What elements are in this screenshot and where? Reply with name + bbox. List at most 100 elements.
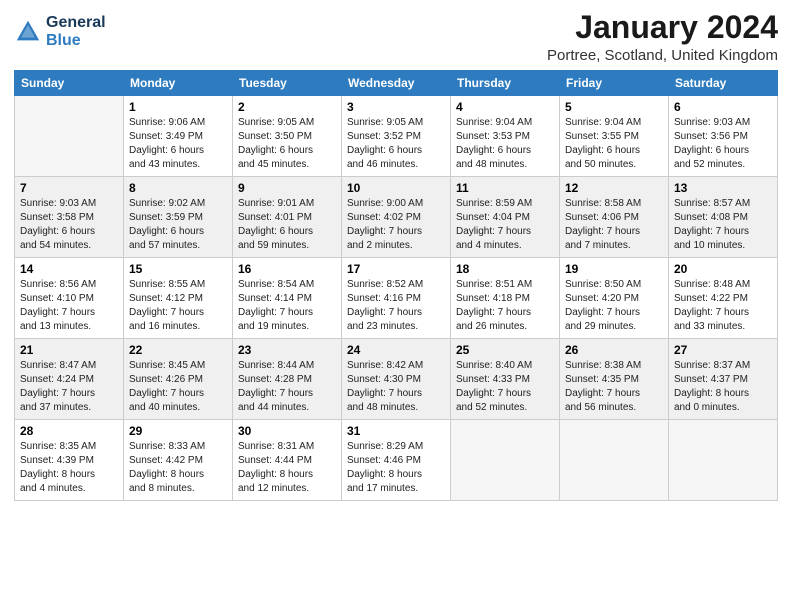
col-saturday: Saturday — [669, 71, 778, 96]
col-monday: Monday — [124, 71, 233, 96]
day-number: 30 — [238, 424, 336, 438]
calendar-cell: 13Sunrise: 8:57 AMSunset: 4:08 PMDayligh… — [669, 177, 778, 258]
calendar-cell: 20 Sunrise: 8:48 AMSunset: 4:22 PMDayligh… — [669, 258, 778, 339]
day-number: 27 — [674, 343, 772, 357]
col-thursday: Thursday — [451, 71, 560, 96]
calendar-cell: 23 Sunrise: 8:44 AMSunset: 4:28 PMDayligh… — [233, 339, 342, 420]
day-number: 29 — [129, 424, 227, 438]
day-info: Sunrise: 8:31 AMSunset: 4:44 PMDaylight:… — [238, 440, 336, 496]
logo-general: General — [46, 14, 106, 31]
calendar-cell: 15 Sunrise: 8:55 AMSunset: 4:12 PMDayligh… — [124, 258, 233, 339]
day-number: 31 — [347, 424, 445, 438]
day-info: Sunrise: 9:02 AMSunset: 3:59 PMDaylight:… — [129, 197, 227, 253]
day-number: 19 — [565, 262, 663, 276]
day-number: 10 — [347, 181, 445, 195]
calendar-cell: 22 Sunrise: 8:45 AMSunset: 4:26 PMDayligh… — [124, 339, 233, 420]
calendar-cell: 16Sunrise: 8:54 AMSunset: 4:14 PMDayligh… — [233, 258, 342, 339]
col-tuesday: Tuesday — [233, 71, 342, 96]
day-number: 6 — [674, 100, 772, 114]
day-number: 1 — [129, 100, 227, 114]
calendar-week-2: 7 Sunrise: 9:03 AMSunset: 3:58 PMDaylight… — [15, 177, 778, 258]
calendar-cell: 28 Sunrise: 8:35 AMSunset: 4:39 PMDayligh… — [15, 420, 124, 501]
calendar-cell: 1 Sunrise: 9:06 AMSunset: 3:49 PMDaylight… — [124, 96, 233, 177]
day-number: 12 — [565, 181, 663, 195]
month-title: January 2024 — [547, 10, 778, 45]
day-number: 24 — [347, 343, 445, 357]
day-info: Sunrise: 9:05 AMSunset: 3:50 PMDaylight:… — [238, 116, 336, 172]
day-info: Sunrise: 8:48 AMSunset: 4:22 PMDaylight:… — [674, 278, 772, 334]
calendar-cell: 25 Sunrise: 8:40 AMSunset: 4:33 PMDayligh… — [451, 339, 560, 420]
calendar-cell: 2 Sunrise: 9:05 AMSunset: 3:50 PMDaylight… — [233, 96, 342, 177]
day-number: 11 — [456, 181, 554, 195]
day-info: Sunrise: 9:06 AMSunset: 3:49 PMDaylight:… — [129, 116, 227, 172]
day-info: Sunrise: 8:44 AMSunset: 4:28 PMDaylight:… — [238, 359, 336, 415]
calendar-cell: 27 Sunrise: 8:37 AMSunset: 4:37 PMDayligh… — [669, 339, 778, 420]
calendar-cell: 26 Sunrise: 8:38 AMSunset: 4:35 PMDayligh… — [560, 339, 669, 420]
title-block: January 2024 Portree, Scotland, United K… — [547, 10, 778, 64]
day-info: Sunrise: 8:38 AMSunset: 4:35 PMDaylight:… — [565, 359, 663, 415]
day-info: Sunrise: 9:03 AMSunset: 3:56 PMDaylight:… — [674, 116, 772, 172]
calendar-cell: 10 Sunrise: 9:00 AMSunset: 4:02 PMDayligh… — [342, 177, 451, 258]
day-number: 9 — [238, 181, 336, 195]
day-info: Sunrise: 8:45 AMSunset: 4:26 PMDaylight:… — [129, 359, 227, 415]
day-info: Sunrise: 9:04 AMSunset: 3:53 PMDaylight:… — [456, 116, 554, 172]
day-info: Sunrise: 9:04 AMSunset: 3:55 PMDaylight:… — [565, 116, 663, 172]
calendar-week-4: 21Sunrise: 8:47 AMSunset: 4:24 PMDayligh… — [15, 339, 778, 420]
day-number: 16 — [238, 262, 336, 276]
day-number: 8 — [129, 181, 227, 195]
calendar-cell: 19Sunrise: 8:50 AMSunset: 4:20 PMDayligh… — [560, 258, 669, 339]
calendar-cell: 17 Sunrise: 8:52 AMSunset: 4:16 PMDayligh… — [342, 258, 451, 339]
day-info: Sunrise: 8:29 AMSunset: 4:46 PMDaylight:… — [347, 440, 445, 496]
day-info: Sunrise: 8:56 AMSunset: 4:10 PMDaylight:… — [20, 278, 118, 334]
calendar-cell — [15, 96, 124, 177]
day-number: 21 — [20, 343, 118, 357]
day-info: Sunrise: 8:58 AMSunset: 4:06 PMDaylight:… — [565, 197, 663, 253]
day-info: Sunrise: 8:59 AMSunset: 4:04 PMDaylight:… — [456, 197, 554, 253]
day-number: 17 — [347, 262, 445, 276]
calendar-cell: 5Sunrise: 9:04 AMSunset: 3:55 PMDaylight… — [560, 96, 669, 177]
subtitle: Portree, Scotland, United Kingdom — [547, 47, 778, 64]
day-number: 22 — [129, 343, 227, 357]
day-number: 28 — [20, 424, 118, 438]
col-friday: Friday — [560, 71, 669, 96]
logo-icon — [14, 18, 42, 46]
day-info: Sunrise: 8:52 AMSunset: 4:16 PMDaylight:… — [347, 278, 445, 334]
calendar-cell — [560, 420, 669, 501]
calendar-cell — [451, 420, 560, 501]
day-info: Sunrise: 8:40 AMSunset: 4:33 PMDaylight:… — [456, 359, 554, 415]
day-info: Sunrise: 8:51 AMSunset: 4:18 PMDaylight:… — [456, 278, 554, 334]
calendar-cell: 6 Sunrise: 9:03 AMSunset: 3:56 PMDaylight… — [669, 96, 778, 177]
day-info: Sunrise: 8:57 AMSunset: 4:08 PMDaylight:… — [674, 197, 772, 253]
day-info: Sunrise: 8:42 AMSunset: 4:30 PMDaylight:… — [347, 359, 445, 415]
day-info: Sunrise: 8:35 AMSunset: 4:39 PMDaylight:… — [20, 440, 118, 496]
header-row: Sunday Monday Tuesday Wednesday Thursday… — [15, 71, 778, 96]
header: General Blue January 2024 Portree, Scotl… — [14, 10, 778, 64]
day-info: Sunrise: 8:37 AMSunset: 4:37 PMDaylight:… — [674, 359, 772, 415]
calendar-cell: 8 Sunrise: 9:02 AMSunset: 3:59 PMDaylight… — [124, 177, 233, 258]
calendar-cell: 24 Sunrise: 8:42 AMSunset: 4:30 PMDayligh… — [342, 339, 451, 420]
day-info: Sunrise: 8:55 AMSunset: 4:12 PMDaylight:… — [129, 278, 227, 334]
calendar-cell: 21Sunrise: 8:47 AMSunset: 4:24 PMDayligh… — [15, 339, 124, 420]
calendar-cell: 31 Sunrise: 8:29 AMSunset: 4:46 PMDayligh… — [342, 420, 451, 501]
day-number: 23 — [238, 343, 336, 357]
calendar-week-3: 14Sunrise: 8:56 AMSunset: 4:10 PMDayligh… — [15, 258, 778, 339]
day-number: 4 — [456, 100, 554, 114]
calendar-cell: 14Sunrise: 8:56 AMSunset: 4:10 PMDayligh… — [15, 258, 124, 339]
day-number: 7 — [20, 181, 118, 195]
day-info: Sunrise: 9:01 AMSunset: 4:01 PMDaylight:… — [238, 197, 336, 253]
day-number: 25 — [456, 343, 554, 357]
day-info: Sunrise: 9:00 AMSunset: 4:02 PMDaylight:… — [347, 197, 445, 253]
logo: General Blue — [14, 14, 106, 51]
calendar-cell: 12 Sunrise: 8:58 AMSunset: 4:06 PMDayligh… — [560, 177, 669, 258]
day-info: Sunrise: 8:33 AMSunset: 4:42 PMDaylight:… — [129, 440, 227, 496]
calendar-cell: 7 Sunrise: 9:03 AMSunset: 3:58 PMDaylight… — [15, 177, 124, 258]
day-number: 20 — [674, 262, 772, 276]
col-sunday: Sunday — [15, 71, 124, 96]
day-info: Sunrise: 9:03 AMSunset: 3:58 PMDaylight:… — [20, 197, 118, 253]
calendar-cell: 30 Sunrise: 8:31 AMSunset: 4:44 PMDayligh… — [233, 420, 342, 501]
calendar-cell: 11 Sunrise: 8:59 AMSunset: 4:04 PMDayligh… — [451, 177, 560, 258]
calendar-table: Sunday Monday Tuesday Wednesday Thursday… — [14, 70, 778, 501]
day-number: 26 — [565, 343, 663, 357]
day-number: 15 — [129, 262, 227, 276]
day-number: 2 — [238, 100, 336, 114]
